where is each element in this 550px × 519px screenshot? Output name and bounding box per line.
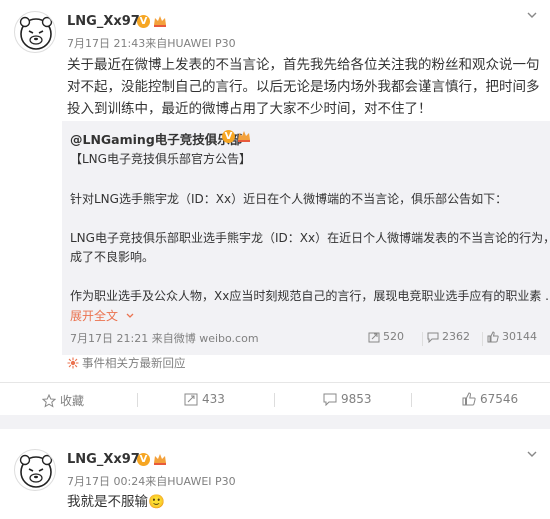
divider bbox=[411, 393, 412, 407]
repost-share-count[interactable]: 520 bbox=[368, 330, 404, 343]
post-meta: 7月17日 21:43来自HUAWEI P30 bbox=[67, 35, 236, 51]
content-line: 对不起，没能控制自己的言行。以后无论是场内场外我都会谨言慎行，把时间多 bbox=[67, 79, 540, 95]
repost-line: 作为职业选手及公众人物，Xx应当时刻规范自己的言行，展现电竞职业选手应有的职业素… bbox=[70, 289, 550, 303]
avatar[interactable] bbox=[14, 11, 56, 53]
thumbs-up-icon bbox=[487, 331, 499, 343]
repost-username[interactable]: @LNGaming电子竞技俱乐部 bbox=[70, 129, 242, 148]
content-line: 我就是不服输 bbox=[67, 494, 148, 510]
repost-comment-count[interactable]: 2362 bbox=[427, 330, 470, 343]
expand-toggle[interactable]: 展开全文 bbox=[70, 306, 135, 326]
avatar[interactable] bbox=[14, 449, 56, 491]
comment-icon bbox=[427, 332, 439, 343]
chevron-down-icon[interactable] bbox=[525, 8, 539, 22]
repost-line: LNG电子竞技俱乐部职业选手熊宇龙（ID：Xx）在近日个人微博端发表的不当言论的… bbox=[70, 231, 550, 245]
repost-line: 【LNG电子竞技俱乐部官方公告】 bbox=[70, 152, 251, 166]
content-line: 关于最近在微博上发表的不当言论，首先我先给各位关注我的粉丝和观众说一句 bbox=[67, 57, 540, 73]
comment-button[interactable]: 9853 bbox=[323, 392, 372, 407]
username[interactable]: LNG_Xx97 bbox=[67, 14, 140, 29]
source-prefix: 来自 bbox=[145, 37, 168, 50]
post-time[interactable]: 7月17日 21:43 bbox=[67, 37, 145, 50]
comment-icon bbox=[323, 393, 337, 407]
post-time[interactable]: 7月17日 00:24 bbox=[67, 475, 145, 488]
repost-box[interactable]: @LNGaming电子竞技俱乐部 V 【LNG电子竞技俱乐部官方公告】 针对LN… bbox=[62, 121, 550, 355]
share-icon bbox=[184, 393, 198, 406]
crown-icon bbox=[154, 454, 166, 465]
thumbs-up-icon bbox=[462, 392, 476, 406]
repost-meta: 7月17日 21:21 来自微博 weibo.com bbox=[70, 330, 259, 346]
chevron-down-icon[interactable] bbox=[125, 311, 135, 321]
verified-badge: V bbox=[137, 15, 150, 28]
post-source: HUAWEI P30 bbox=[167, 475, 236, 488]
repost-source: 微博 weibo.com bbox=[173, 332, 259, 345]
related-event-link[interactable]: 事件相关方最新回应 bbox=[62, 355, 550, 375]
post-source: HUAWEI P30 bbox=[167, 37, 236, 50]
bear-avatar-icon bbox=[19, 16, 53, 50]
chevron-down-icon[interactable] bbox=[525, 447, 539, 461]
post-content: 关于最近在微博上发表的不当言论，首先我先给各位关注我的粉丝和观众说一句 对不起，… bbox=[67, 54, 540, 120]
repost-time[interactable]: 7月17日 21:21 bbox=[70, 332, 148, 345]
content-line: 投入到训练中，最近的微博占用了大家不少时间，对不住了！ bbox=[67, 101, 432, 117]
source-prefix: 来自 bbox=[151, 332, 174, 345]
post-meta: 7月17日 00:24来自HUAWEI P30 bbox=[67, 473, 236, 489]
repost-like-count[interactable]: 30144 bbox=[487, 330, 537, 343]
divider bbox=[274, 393, 275, 407]
post-card: LNG_Xx97 V 7月17日 00:24来自HUAWEI P30 我就是不服… bbox=[0, 429, 550, 519]
post-content: 我就是不服输🙂 bbox=[67, 491, 165, 513]
divider bbox=[422, 332, 423, 346]
verified-badge: V bbox=[222, 130, 235, 143]
event-icon bbox=[67, 357, 79, 369]
username[interactable]: LNG_Xx97 bbox=[67, 452, 140, 467]
star-icon bbox=[41, 393, 57, 408]
post-card: LNG_Xx97 V 7月17日 21:43来自HUAWEI P30 关于最近在… bbox=[0, 0, 550, 415]
divider bbox=[482, 332, 483, 346]
favorite-button[interactable]: 收藏 bbox=[41, 392, 84, 409]
repost-line: 成了不良影响。 bbox=[70, 250, 155, 264]
divider bbox=[137, 393, 138, 407]
like-button[interactable]: 67546 bbox=[462, 392, 518, 406]
smile-emoji-icon: 🙂 bbox=[148, 494, 165, 510]
crown-icon bbox=[154, 16, 166, 27]
crown-icon bbox=[238, 131, 250, 142]
verified-badge: V bbox=[137, 453, 150, 466]
divider bbox=[0, 382, 550, 383]
share-icon bbox=[368, 332, 380, 343]
bear-avatar-icon bbox=[19, 454, 53, 488]
repost-line: 针对LNG选手熊宇龙（ID：Xx）近日在个人微博端的不当言论，俱乐部公告如下： bbox=[70, 192, 508, 206]
share-button[interactable]: 433 bbox=[184, 392, 225, 406]
expand-label[interactable]: 展开全文 bbox=[70, 309, 118, 323]
source-prefix: 来自 bbox=[145, 475, 168, 488]
